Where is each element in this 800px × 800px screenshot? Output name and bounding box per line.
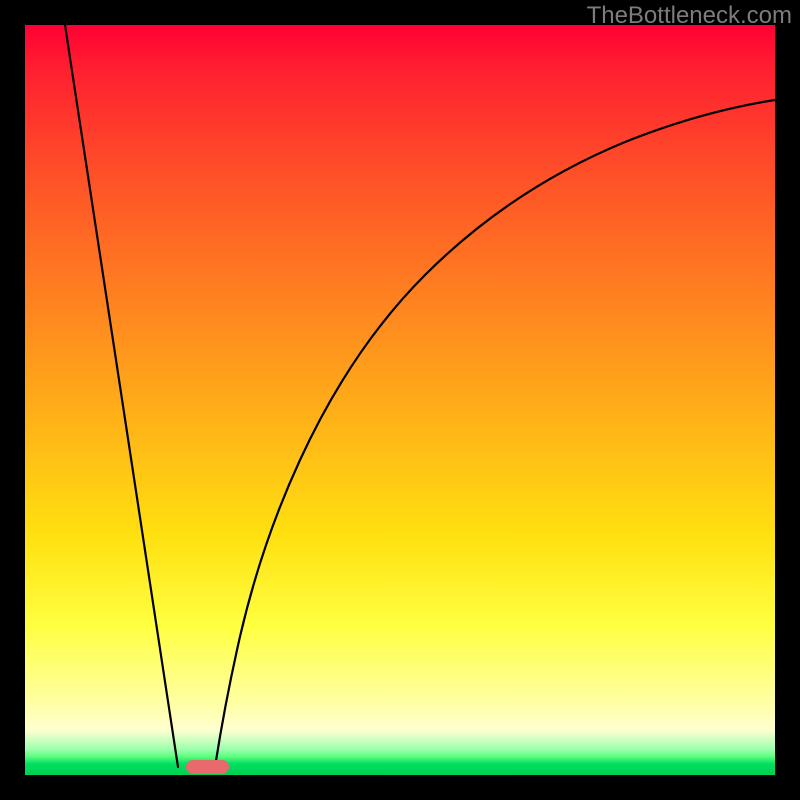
optimal-marker — [186, 760, 229, 774]
curve-left-line — [65, 25, 178, 767]
watermark-text: TheBottleneck.com — [587, 2, 792, 30]
chart-frame: TheBottleneck.com — [0, 0, 800, 800]
plot-area — [25, 25, 775, 775]
curve-right-arc — [215, 100, 775, 767]
bottleneck-curve — [25, 25, 775, 775]
